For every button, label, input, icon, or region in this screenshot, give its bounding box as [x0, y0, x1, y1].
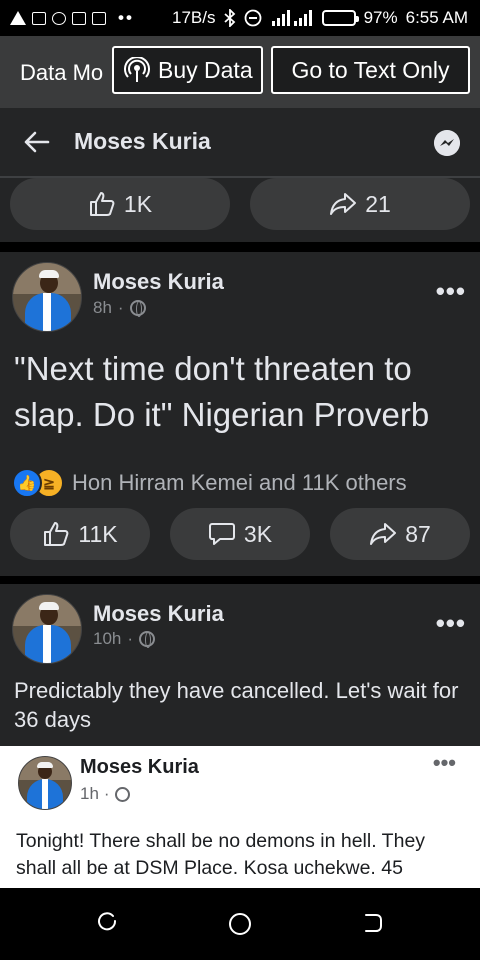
buy-data-button[interactable]: Buy Data: [112, 46, 263, 94]
previous-post-actions: 1K 21: [0, 178, 480, 242]
go-to-text-only-label: Go to Text Only: [291, 56, 450, 83]
more-notifications-icon: ••: [118, 8, 134, 27]
like-count: 1K: [123, 190, 153, 217]
post-author[interactable]: Moses Kuria: [93, 601, 224, 627]
facebook-notification-icon: [52, 11, 66, 25]
comment-bubble-icon: [208, 523, 235, 545]
post-text: "Next time don't threaten to slap. Do it…: [14, 350, 430, 433]
data-mode-banner: Data Mo Buy Data Go to Text Only: [0, 36, 480, 108]
like-count: 11K: [78, 520, 118, 547]
shared-post-image[interactable]: Moses Kuria 1h · ••• Tonight! There shal…: [0, 746, 480, 888]
divider: [0, 576, 480, 584]
post-card: Moses Kuria 8h · ••• "Next time don't th…: [0, 252, 480, 576]
recent-apps-icon[interactable]: [96, 912, 118, 934]
battery-percent: 97%: [363, 8, 398, 27]
reactions-summary[interactable]: 👍 ≧ Hon Hirram Kemei and 11K others: [12, 468, 407, 498]
image-notification-icon: [92, 11, 106, 25]
separator-dot: ·: [117, 298, 124, 317]
like-button[interactable]: 1K: [10, 178, 230, 230]
buy-data-label: Buy Data: [158, 56, 253, 83]
post-text: Predictably they have cancelled. Let's w…: [14, 678, 459, 732]
more-options-icon: •••: [432, 750, 456, 775]
back-icon[interactable]: [362, 912, 384, 934]
messenger-icon[interactable]: [434, 130, 460, 156]
clock: 6:55 AM: [405, 8, 468, 27]
data-mode-text: Data Mo: [20, 60, 104, 85]
shared-post-time: 1h: [80, 784, 99, 803]
warning-icon: [10, 11, 26, 25]
message-notification-icon: [32, 11, 46, 25]
broadcast-icon: [124, 57, 150, 82]
page-header: Moses Kuria: [0, 108, 480, 178]
divider: [0, 242, 480, 252]
share-count: 87: [405, 520, 431, 547]
navigation-bar: [0, 888, 480, 960]
like-button[interactable]: 11K: [10, 508, 150, 560]
post-author[interactable]: Moses Kuria: [93, 269, 224, 295]
globe-icon: [139, 631, 156, 648]
page-title: Moses Kuria: [74, 128, 211, 154]
share-button[interactable]: 87: [330, 508, 470, 560]
network-speed: 17B/s: [172, 8, 216, 27]
reactions-text: Hon Hirram Kemei and 11K others: [72, 470, 407, 495]
go-to-text-only-button[interactable]: Go to Text Only: [271, 46, 470, 94]
globe-icon: [129, 300, 146, 317]
separator-dot: ·: [103, 784, 110, 803]
avatar[interactable]: [12, 262, 82, 332]
separator-dot: ·: [127, 629, 134, 648]
bluetooth-icon: [223, 9, 235, 27]
more-options-icon[interactable]: •••: [436, 276, 466, 307]
share-button[interactable]: 21: [250, 178, 470, 230]
shared-post-author: Moses Kuria: [80, 756, 199, 778]
share-arrow-icon: [330, 193, 357, 215]
app-notification-icon: [72, 11, 86, 25]
shared-post-text: Tonight! There shall be no demons in hel…: [16, 830, 426, 879]
battery-icon: [321, 10, 359, 26]
share-arrow-icon: [370, 523, 397, 545]
post-time[interactable]: 8h: [93, 298, 112, 318]
thumbs-up-icon: [44, 522, 69, 546]
like-reaction-icon: 👍: [12, 468, 42, 498]
thumbs-up-icon: [89, 192, 115, 216]
home-icon[interactable]: [228, 912, 252, 936]
share-count: 21: [365, 190, 391, 217]
signal-icon: [271, 10, 312, 26]
post-meta: 10h ·: [93, 629, 156, 649]
do-not-disturb-icon: [244, 9, 261, 27]
back-arrow-icon[interactable]: [22, 128, 50, 156]
comment-count: 3K: [243, 520, 273, 547]
post-meta: 8h ·: [93, 298, 146, 318]
more-options-icon[interactable]: •••: [436, 608, 466, 639]
post-card: Moses Kuria 10h · ••• Predictably they h…: [0, 584, 480, 746]
avatar[interactable]: [12, 594, 82, 664]
globe-icon: [114, 786, 130, 802]
shared-post-meta: 1h ·: [80, 784, 130, 804]
comment-button[interactable]: 3K: [170, 508, 310, 560]
post-time[interactable]: 10h: [93, 629, 121, 649]
avatar: [18, 756, 72, 810]
status-bar: •• 17B/s 97% 6:55 AM: [0, 0, 480, 36]
